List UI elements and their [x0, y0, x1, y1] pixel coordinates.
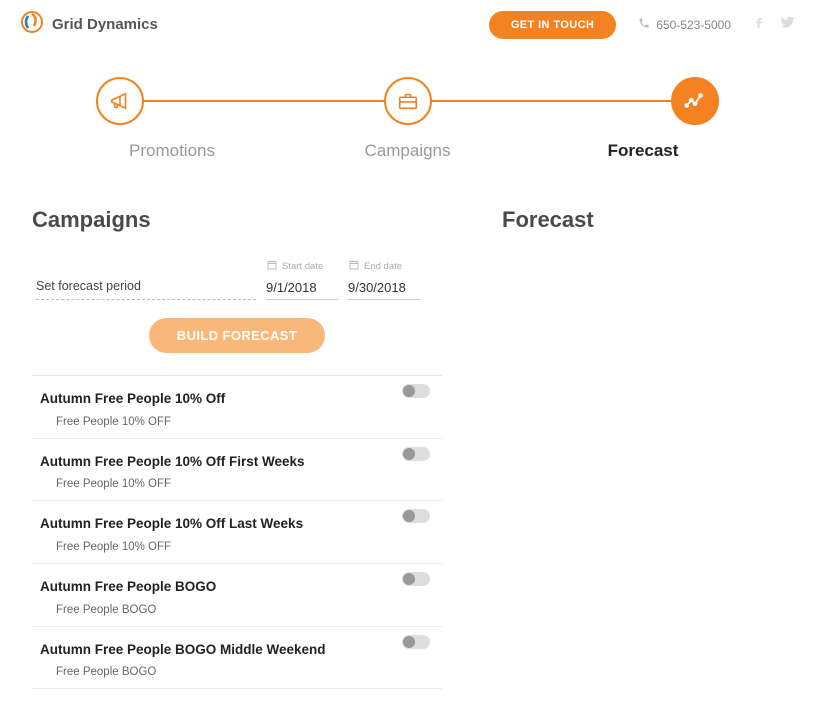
megaphone-icon — [109, 90, 131, 112]
header: Grid Dynamics GET IN TOUCH 650-523-5000 — [0, 0, 815, 49]
campaigns-column: Campaigns Set forecast period Start date… — [32, 207, 442, 702]
content-area: Campaigns Set forecast period Start date… — [0, 167, 815, 712]
end-date-label: End date — [364, 261, 402, 272]
step-label-campaigns[interactable]: Campaigns — [328, 141, 488, 161]
brand-name: Grid Dynamics — [52, 16, 158, 33]
calendar-icon — [348, 259, 360, 274]
start-date-field[interactable]: Start date 9/1/2018 — [266, 259, 338, 300]
campaign-title: Autumn Free People 10% Off Last Weeks — [40, 511, 432, 537]
campaign-toggle[interactable] — [402, 572, 430, 586]
campaign-subtitle: Free People 10% OFF — [40, 416, 432, 428]
campaign-toggle[interactable] — [402, 509, 430, 523]
campaigns-heading: Campaigns — [32, 207, 442, 233]
end-date-field[interactable]: End date 9/30/2018 — [348, 259, 420, 300]
phone-text: 650-523-5000 — [656, 18, 731, 32]
period-label: Set forecast period — [36, 279, 256, 300]
phone-icon — [638, 17, 650, 32]
forecast-period-row: Set forecast period Start date 9/1/2018 … — [32, 259, 442, 300]
social-links — [751, 14, 795, 35]
facebook-icon[interactable] — [751, 14, 767, 35]
step-label-forecast[interactable]: Forecast — [563, 141, 723, 161]
build-forecast-button[interactable]: BUILD FORECAST — [149, 318, 325, 353]
brand-logo[interactable]: Grid Dynamics — [20, 10, 158, 39]
campaign-title: Autumn Free People 10% Off First Weeks — [40, 449, 432, 475]
forecast-column: Forecast — [502, 207, 783, 702]
logo-icon — [20, 10, 44, 39]
wizard-stepper — [0, 49, 815, 131]
campaign-item[interactable]: Autumn Free People BOGO Middle Weekend Fr… — [32, 627, 442, 690]
campaign-item[interactable]: Autumn Free People 10% Off Free People 10… — [32, 376, 442, 439]
phone-number[interactable]: 650-523-5000 — [638, 17, 731, 32]
campaign-subtitle: Free People 10% OFF — [40, 478, 432, 490]
wizard-labels: Promotions Campaigns Forecast — [0, 131, 815, 167]
twitter-icon[interactable] — [779, 14, 795, 35]
campaign-toggle[interactable] — [402, 447, 430, 461]
calendar-icon — [266, 259, 278, 274]
campaign-toggle[interactable] — [402, 635, 430, 649]
campaign-item[interactable]: Autumn Free People 10% Off Last Weeks Fre… — [32, 501, 442, 564]
campaign-subtitle: Free People BOGO — [40, 666, 432, 678]
start-date-value[interactable]: 9/1/2018 — [266, 280, 338, 300]
campaign-list: Autumn Free People 10% Off Free People 10… — [32, 375, 442, 702]
chart-icon — [684, 90, 706, 112]
forecast-heading: Forecast — [502, 207, 783, 233]
campaign-list-scroll[interactable]: Autumn Free People 10% Off Free People 10… — [32, 376, 442, 702]
campaign-subtitle: Free People 10% OFF — [40, 541, 432, 553]
campaign-title: Autumn Free People 10% Off — [40, 386, 432, 412]
get-in-touch-button[interactable]: GET IN TOUCH — [489, 11, 616, 39]
start-date-label: Start date — [282, 261, 323, 272]
campaign-subtitle: Free People BOGO — [40, 604, 432, 616]
campaign-title: Autumn Free People BOGO — [40, 574, 432, 600]
end-date-value[interactable]: 9/30/2018 — [348, 280, 420, 300]
campaign-title: Autumn Free People BOGO Middle Weekend — [40, 637, 432, 663]
briefcase-icon — [397, 90, 419, 112]
campaign-toggle[interactable] — [402, 384, 430, 398]
campaign-item[interactable]: Autumn Free People 10% Off First Weeks Fr… — [32, 439, 442, 502]
step-label-promotions[interactable]: Promotions — [92, 141, 252, 161]
campaign-item[interactable]: Autumn Free People BOGO Free People BOGO — [32, 564, 442, 627]
